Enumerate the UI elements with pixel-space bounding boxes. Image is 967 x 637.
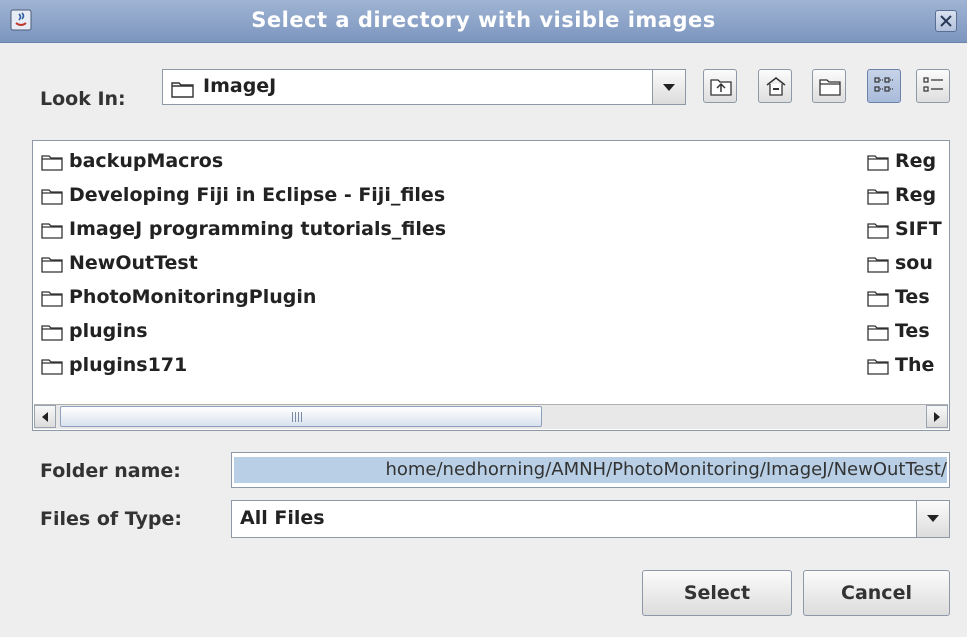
- folder-name-input[interactable]: /home/nedhorning/AMNH/PhotoMonitoring/Im…: [231, 452, 950, 488]
- folder-icon: [171, 82, 194, 98]
- home-button[interactable]: [758, 69, 792, 103]
- folder-icon: [867, 189, 889, 205]
- folder-icon: [867, 257, 889, 273]
- folder-icon: [41, 359, 63, 375]
- folder-icon: [41, 291, 63, 307]
- list-item-label: sou: [895, 252, 933, 274]
- scroll-left-button[interactable]: [34, 405, 56, 428]
- list-view-button[interactable]: [867, 69, 901, 103]
- new-folder-icon: [819, 79, 841, 96]
- folder-icon: [41, 155, 63, 171]
- up-one-level-button[interactable]: [703, 69, 737, 103]
- details-view-button[interactable]: [916, 69, 950, 103]
- look-in-value: ImageJ: [203, 75, 277, 97]
- window-title: Select a directory with visible images: [251, 8, 716, 32]
- look-in-combo[interactable]: ImageJ: [162, 69, 686, 105]
- list-item-label: SIFT: [895, 218, 942, 240]
- files-of-type-dropdown-arrow[interactable]: [916, 501, 949, 537]
- list-view-icon: [874, 77, 893, 92]
- folder-icon: [867, 291, 889, 307]
- grip-icon: [292, 412, 302, 422]
- title-bar[interactable]: Select a directory with visible images: [0, 0, 967, 43]
- select-button[interactable]: Select: [642, 570, 792, 616]
- list-item-label: The: [895, 354, 935, 376]
- folder-name-value: /home/nedhorning/AMNH/PhotoMonitoring/Im…: [234, 457, 947, 483]
- folder-icon: [41, 189, 63, 205]
- file-chooser-dialog: Select a directory with visible images L…: [0, 0, 967, 637]
- list-item-label: backupMacros: [69, 150, 224, 172]
- folder-icon: [867, 359, 889, 375]
- list-item-label: ImageJ programming tutorials_files: [69, 218, 447, 240]
- files-of-type-value: All Files: [240, 507, 325, 529]
- up-one-level-icon: [710, 79, 732, 96]
- list-item-label: PhotoMonitoringPlugin: [69, 286, 317, 308]
- folder-name-label: Folder name:: [40, 460, 181, 482]
- list-item-label: plugins171: [69, 354, 188, 376]
- horizontal-scrollbar[interactable]: [34, 404, 948, 429]
- triangle-left-icon: [42, 412, 48, 422]
- look-in-dropdown-arrow[interactable]: [652, 70, 685, 104]
- folder-icon: [867, 325, 889, 341]
- details-view-icon: [923, 77, 943, 92]
- folder-icon: [41, 325, 63, 341]
- files-of-type-combo[interactable]: All Files: [231, 500, 950, 538]
- folder-icon: [41, 257, 63, 273]
- folder-icon: [867, 223, 889, 239]
- scroll-right-button[interactable]: [926, 405, 948, 428]
- list-item-label: plugins: [69, 320, 148, 342]
- file-list[interactable]: backupMacros Developing Fiji in Eclipse …: [32, 140, 950, 431]
- list-item-label: Reg: [895, 150, 937, 172]
- new-folder-button[interactable]: [812, 69, 846, 103]
- list-item-label: Reg: [895, 184, 937, 206]
- files-of-type-label: Files of Type:: [40, 508, 182, 530]
- list-item-label: NewOutTest: [69, 252, 198, 274]
- folder-icon: [867, 155, 889, 171]
- scroll-thumb[interactable]: [60, 406, 542, 427]
- cancel-button[interactable]: Cancel: [803, 570, 950, 616]
- look-in-label-text: Look In:: [40, 88, 126, 110]
- folder-icon: [41, 223, 63, 239]
- close-button[interactable]: [935, 10, 957, 32]
- close-icon: [940, 15, 952, 27]
- triangle-right-icon: [934, 412, 940, 422]
- look-in-label: Look In:: [40, 88, 126, 110]
- home-icon: [766, 77, 786, 96]
- list-item-label: Tes: [895, 320, 930, 342]
- list-item-label: Tes: [895, 286, 930, 308]
- list-item-label: Developing Fiji in Eclipse - Fiji_files: [69, 184, 446, 206]
